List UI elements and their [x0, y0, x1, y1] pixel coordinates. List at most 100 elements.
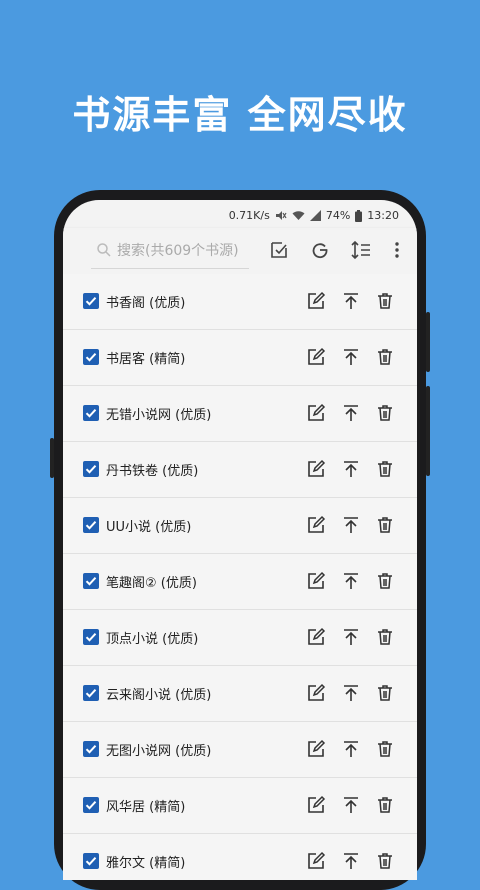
phone-side-button: [426, 386, 430, 476]
delete-icon[interactable]: [375, 403, 395, 423]
status-bar: 0.71K/s 74% 13:20: [63, 200, 417, 228]
checkmark-icon: [85, 745, 97, 754]
edit-icon[interactable]: [306, 571, 326, 591]
source-checkbox[interactable]: [83, 349, 99, 365]
source-checkbox[interactable]: [83, 293, 99, 309]
move-to-top-icon[interactable]: [341, 347, 361, 367]
source-checkbox[interactable]: [83, 517, 99, 533]
edit-icon[interactable]: [306, 627, 326, 647]
mute-icon: [275, 211, 287, 220]
source-name: 笔趣阁② (优质): [106, 576, 197, 591]
move-to-top-icon[interactable]: [341, 459, 361, 479]
move-to-top-icon[interactable]: [341, 851, 361, 871]
edit-icon[interactable]: [306, 515, 326, 535]
checkmark-icon: [85, 857, 97, 866]
phone-side-button: [426, 312, 430, 372]
move-to-top-icon[interactable]: [341, 515, 361, 535]
list-item[interactable]: 笔趣阁② (优质): [63, 554, 417, 610]
phone-side-button: [50, 438, 54, 478]
source-checkbox[interactable]: [83, 573, 99, 589]
delete-icon[interactable]: [375, 627, 395, 647]
list-item[interactable]: 书居客 (精简): [63, 330, 417, 386]
delete-icon[interactable]: [375, 291, 395, 311]
edit-icon[interactable]: [306, 291, 326, 311]
phone-screen: 0.71K/s 74% 13:20 搜索(共609个书源) 书香阁 (优质) 书居…: [63, 200, 417, 880]
source-name: 书香阁 (优质): [106, 296, 186, 311]
search-underline: [91, 268, 249, 269]
checkmark-icon: [85, 465, 97, 474]
edit-icon[interactable]: [306, 459, 326, 479]
edit-icon[interactable]: [306, 403, 326, 423]
source-checkbox[interactable]: [83, 741, 99, 757]
clock: 13:20: [367, 209, 399, 222]
edit-icon[interactable]: [306, 795, 326, 815]
search-icon: [97, 243, 111, 257]
delete-icon[interactable]: [375, 851, 395, 871]
move-to-top-icon[interactable]: [341, 627, 361, 647]
source-name: 无错小说网 (优质): [106, 408, 212, 423]
move-to-top-icon[interactable]: [341, 571, 361, 591]
move-to-top-icon[interactable]: [341, 739, 361, 759]
list-item[interactable]: 雅尔文 (精简): [63, 834, 417, 880]
delete-icon[interactable]: [375, 459, 395, 479]
list-item[interactable]: 无图小说网 (优质): [63, 722, 417, 778]
wifi-icon: [292, 211, 305, 220]
checkmark-icon: [85, 521, 97, 530]
source-name: 书居客 (精简): [106, 352, 186, 367]
signal-icon: [309, 210, 321, 221]
list-item[interactable]: 风华居 (精简): [63, 778, 417, 834]
checkmark-icon: [85, 577, 97, 586]
list-item[interactable]: 云来阁小说 (优质): [63, 666, 417, 722]
source-checkbox[interactable]: [83, 629, 99, 645]
checkmark-icon: [85, 633, 97, 642]
list-item[interactable]: UU小说 (优质): [63, 498, 417, 554]
google-icon[interactable]: [309, 239, 331, 261]
edit-icon[interactable]: [306, 683, 326, 703]
select-all-icon[interactable]: [268, 239, 290, 261]
move-to-top-icon[interactable]: [341, 291, 361, 311]
list-item[interactable]: 无错小说网 (优质): [63, 386, 417, 442]
promo-headline: 书源丰富 全网尽收: [72, 93, 408, 137]
source-list: 书香阁 (优质) 书居客 (精简) 无错小说网 (优质) 丹书铁卷 (优质) UU小说 …: [63, 274, 417, 880]
checkmark-icon: [85, 689, 97, 698]
battery-icon: [355, 209, 363, 222]
source-checkbox[interactable]: [83, 461, 99, 477]
source-checkbox[interactable]: [83, 853, 99, 869]
checkmark-icon: [85, 801, 97, 810]
more-options-icon[interactable]: [386, 239, 408, 261]
source-checkbox[interactable]: [83, 797, 99, 813]
sort-icon[interactable]: [350, 239, 372, 261]
delete-icon[interactable]: [375, 683, 395, 703]
battery-percent: 74%: [325, 209, 351, 222]
source-name: 云来阁小说 (优质): [106, 688, 212, 703]
move-to-top-icon[interactable]: [341, 683, 361, 703]
edit-icon[interactable]: [306, 739, 326, 759]
source-name: 顶点小说 (优质): [106, 632, 199, 647]
list-item[interactable]: 丹书铁卷 (优质): [63, 442, 417, 498]
checkmark-icon: [85, 409, 97, 418]
search-placeholder: 搜索(共609个书源): [117, 243, 239, 259]
edit-icon[interactable]: [306, 851, 326, 871]
checkmark-icon: [85, 353, 97, 362]
toolbar: 搜索(共609个书源): [63, 228, 417, 274]
list-item[interactable]: 顶点小说 (优质): [63, 610, 417, 666]
source-name: 丹书铁卷 (优质): [106, 464, 199, 479]
network-speed: 0.71K/s: [228, 209, 270, 222]
source-name: 风华居 (精简): [106, 800, 186, 815]
source-checkbox[interactable]: [83, 405, 99, 421]
move-to-top-icon[interactable]: [341, 403, 361, 423]
delete-icon[interactable]: [375, 347, 395, 367]
source-name: UU小说 (优质): [106, 520, 192, 535]
delete-icon[interactable]: [375, 515, 395, 535]
delete-icon[interactable]: [375, 571, 395, 591]
checkmark-icon: [85, 297, 97, 306]
source-checkbox[interactable]: [83, 685, 99, 701]
search-field[interactable]: 搜索(共609个书源): [96, 240, 239, 260]
edit-icon[interactable]: [306, 347, 326, 367]
source-name: 雅尔文 (精简): [106, 856, 186, 871]
source-name: 无图小说网 (优质): [106, 744, 212, 759]
move-to-top-icon[interactable]: [341, 795, 361, 815]
delete-icon[interactable]: [375, 739, 395, 759]
list-item[interactable]: 书香阁 (优质): [63, 274, 417, 330]
delete-icon[interactable]: [375, 795, 395, 815]
